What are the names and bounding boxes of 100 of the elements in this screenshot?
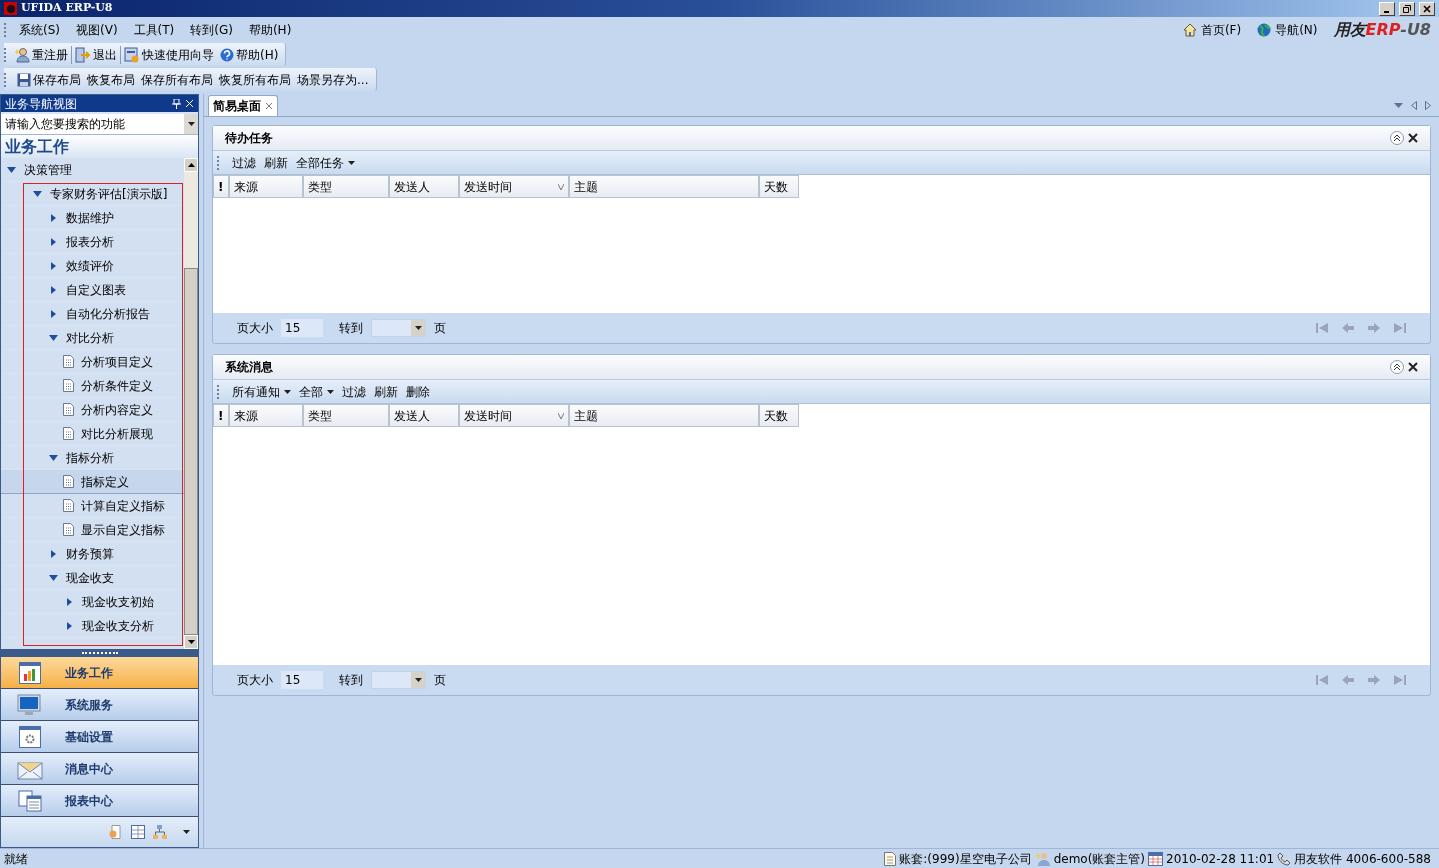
toolbar-button[interactable]: 恢复所有布局 <box>219 70 291 89</box>
column-header[interactable]: 类型 <box>303 404 389 427</box>
section-button[interactable]: 消息中心 <box>1 753 198 785</box>
menu-item[interactable]: 帮助(H) <box>240 20 300 39</box>
collapsed-triangle-icon[interactable] <box>50 261 56 270</box>
expanded-triangle-icon[interactable] <box>48 574 58 581</box>
toolbar-button[interactable]: 重注册 <box>11 45 71 64</box>
toolbar-button[interactable]: 恢复布局 <box>87 70 135 89</box>
tree-item[interactable]: 分析条件定义 <box>1 374 184 398</box>
tree-item[interactable]: 分析内容定义 <box>1 398 184 422</box>
column-header[interactable]: 发送人 <box>389 404 459 427</box>
section-button[interactable]: 系统服务 <box>1 689 198 721</box>
expanded-triangle-icon[interactable] <box>48 334 58 341</box>
tab[interactable]: 简易桌面 <box>208 95 278 116</box>
panel-title: 待办任务 <box>225 130 274 147</box>
nav-link[interactable]: 导航(N) <box>1257 20 1318 39</box>
section-button[interactable]: 基础设置 <box>1 721 198 753</box>
globe-icon <box>1257 22 1272 37</box>
table-icon[interactable] <box>131 825 145 839</box>
scroll-right-icon[interactable] <box>1425 101 1431 110</box>
expanded-triangle-icon[interactable] <box>32 190 42 197</box>
user-icon <box>1034 851 1051 866</box>
tree-item[interactable]: 对比分析展现 <box>1 422 184 446</box>
scrollbar[interactable] <box>184 158 198 649</box>
column-header[interactable]: 发送时间 <box>459 175 569 198</box>
column-header[interactable]: 主题 <box>569 175 759 198</box>
status-item: demo(账套主管) <box>1034 849 1146 868</box>
collapsed-triangle-icon[interactable] <box>66 597 72 606</box>
document-icon <box>884 851 897 866</box>
wizard-icon <box>124 46 140 63</box>
menu-item[interactable]: 转到(G) <box>182 20 241 39</box>
toolbar-button[interactable]: 全部任务 <box>296 153 355 172</box>
collapsed-triangle-icon[interactable] <box>66 621 72 630</box>
toolbar-button[interactable]: 场景另存为... <box>297 70 369 89</box>
caret-icon[interactable] <box>183 830 190 834</box>
collapse-icon[interactable] <box>1390 131 1404 145</box>
collapsed-triangle-icon[interactable] <box>50 285 56 294</box>
collapsed-triangle-icon[interactable] <box>50 237 56 246</box>
toolbar-button[interactable]: 退出 <box>71 45 120 64</box>
column-header[interactable]: 主题 <box>569 404 759 427</box>
column-header[interactable]: 来源 <box>229 175 303 198</box>
tree-item[interactable]: 计算自定义指标 <box>1 494 184 518</box>
nav-link[interactable]: 首页(F) <box>1182 20 1242 39</box>
restore-icon[interactable] <box>1399 1 1415 16</box>
menu-item[interactable]: 视图(V) <box>68 20 126 39</box>
toolbar-button[interactable]: 过滤 <box>232 153 256 172</box>
collapse-icon[interactable] <box>1390 360 1404 374</box>
column-header[interactable]: 类型 <box>303 175 389 198</box>
menu-item[interactable]: 工具(T) <box>125 20 183 39</box>
collapsed-triangle-icon[interactable] <box>50 309 56 318</box>
document-icon[interactable] <box>109 825 123 839</box>
column-header[interactable]: 发送人 <box>389 175 459 198</box>
dropdown-icon[interactable] <box>1394 103 1403 108</box>
toolbar-button[interactable]: 快速使用向导 <box>120 45 217 64</box>
scroll-up-icon[interactable] <box>187 163 195 167</box>
toolbar-button[interactable]: 过滤 <box>342 382 366 401</box>
document-icon <box>63 379 74 392</box>
column-header[interactable]: 天数 <box>759 175 799 198</box>
scroll-left-icon[interactable] <box>1411 101 1417 110</box>
pin-icon[interactable] <box>172 98 181 109</box>
column-header[interactable]: 来源 <box>229 404 303 427</box>
tree-item[interactable]: 指标定义 <box>1 470 184 494</box>
toolbar-grip[interactable] <box>4 47 7 62</box>
column-header[interactable]: ! <box>213 404 229 427</box>
tree-item[interactable]: 显示自定义指标 <box>1 518 184 542</box>
section-button[interactable]: 报表中心 <box>1 785 198 817</box>
toolbar-grip[interactable] <box>217 384 220 399</box>
toolbar-button[interactable]: 所有通知 <box>232 382 291 401</box>
section-button[interactable]: 业务工作 <box>1 657 198 689</box>
expanded-triangle-icon[interactable] <box>6 166 16 173</box>
toolbar-grip[interactable] <box>4 22 7 37</box>
calendar-icon <box>1148 851 1164 866</box>
page-size-field[interactable]: 15 <box>281 671 323 689</box>
toolbar-button[interactable]: 刷新 <box>374 382 398 401</box>
toolbar-button[interactable]: 保存布局 <box>17 70 81 89</box>
column-header[interactable]: 天数 <box>759 404 799 427</box>
toolbar-button[interactable]: 帮助(H) <box>217 45 282 64</box>
document-icon <box>63 475 74 488</box>
column-header[interactable]: 发送时间 <box>459 404 569 427</box>
toolbar-button[interactable]: 保存所有布局 <box>141 70 213 89</box>
close-icon[interactable] <box>1408 362 1418 372</box>
close-icon[interactable] <box>1408 133 1418 143</box>
bar-chart-icon <box>19 661 41 684</box>
column-header[interactable]: ! <box>213 175 229 198</box>
toolbar-grip[interactable] <box>4 72 7 87</box>
collapsed-triangle-icon[interactable] <box>50 549 56 558</box>
page-size-field[interactable]: 15 <box>281 319 323 337</box>
menu-item[interactable]: 系统(S) <box>11 20 68 39</box>
tree-item[interactable]: 分析项目定义 <box>1 350 184 374</box>
toolbar-grip[interactable] <box>217 155 220 170</box>
search-field[interactable]: 请输入您要搜索的功能 <box>1 114 198 135</box>
collapsed-triangle-icon[interactable] <box>50 213 56 222</box>
caret-icon <box>348 160 355 165</box>
expanded-triangle-icon[interactable] <box>48 454 58 461</box>
toolbar-button[interactable]: 全部 <box>299 382 334 401</box>
scroll-down-icon[interactable] <box>187 640 195 644</box>
toolbar-button[interactable]: 刷新 <box>264 153 288 172</box>
hierarchy-icon[interactable] <box>153 825 167 839</box>
minimize-icon[interactable] <box>1379 1 1395 16</box>
toolbar-button[interactable]: 删除 <box>406 382 430 401</box>
